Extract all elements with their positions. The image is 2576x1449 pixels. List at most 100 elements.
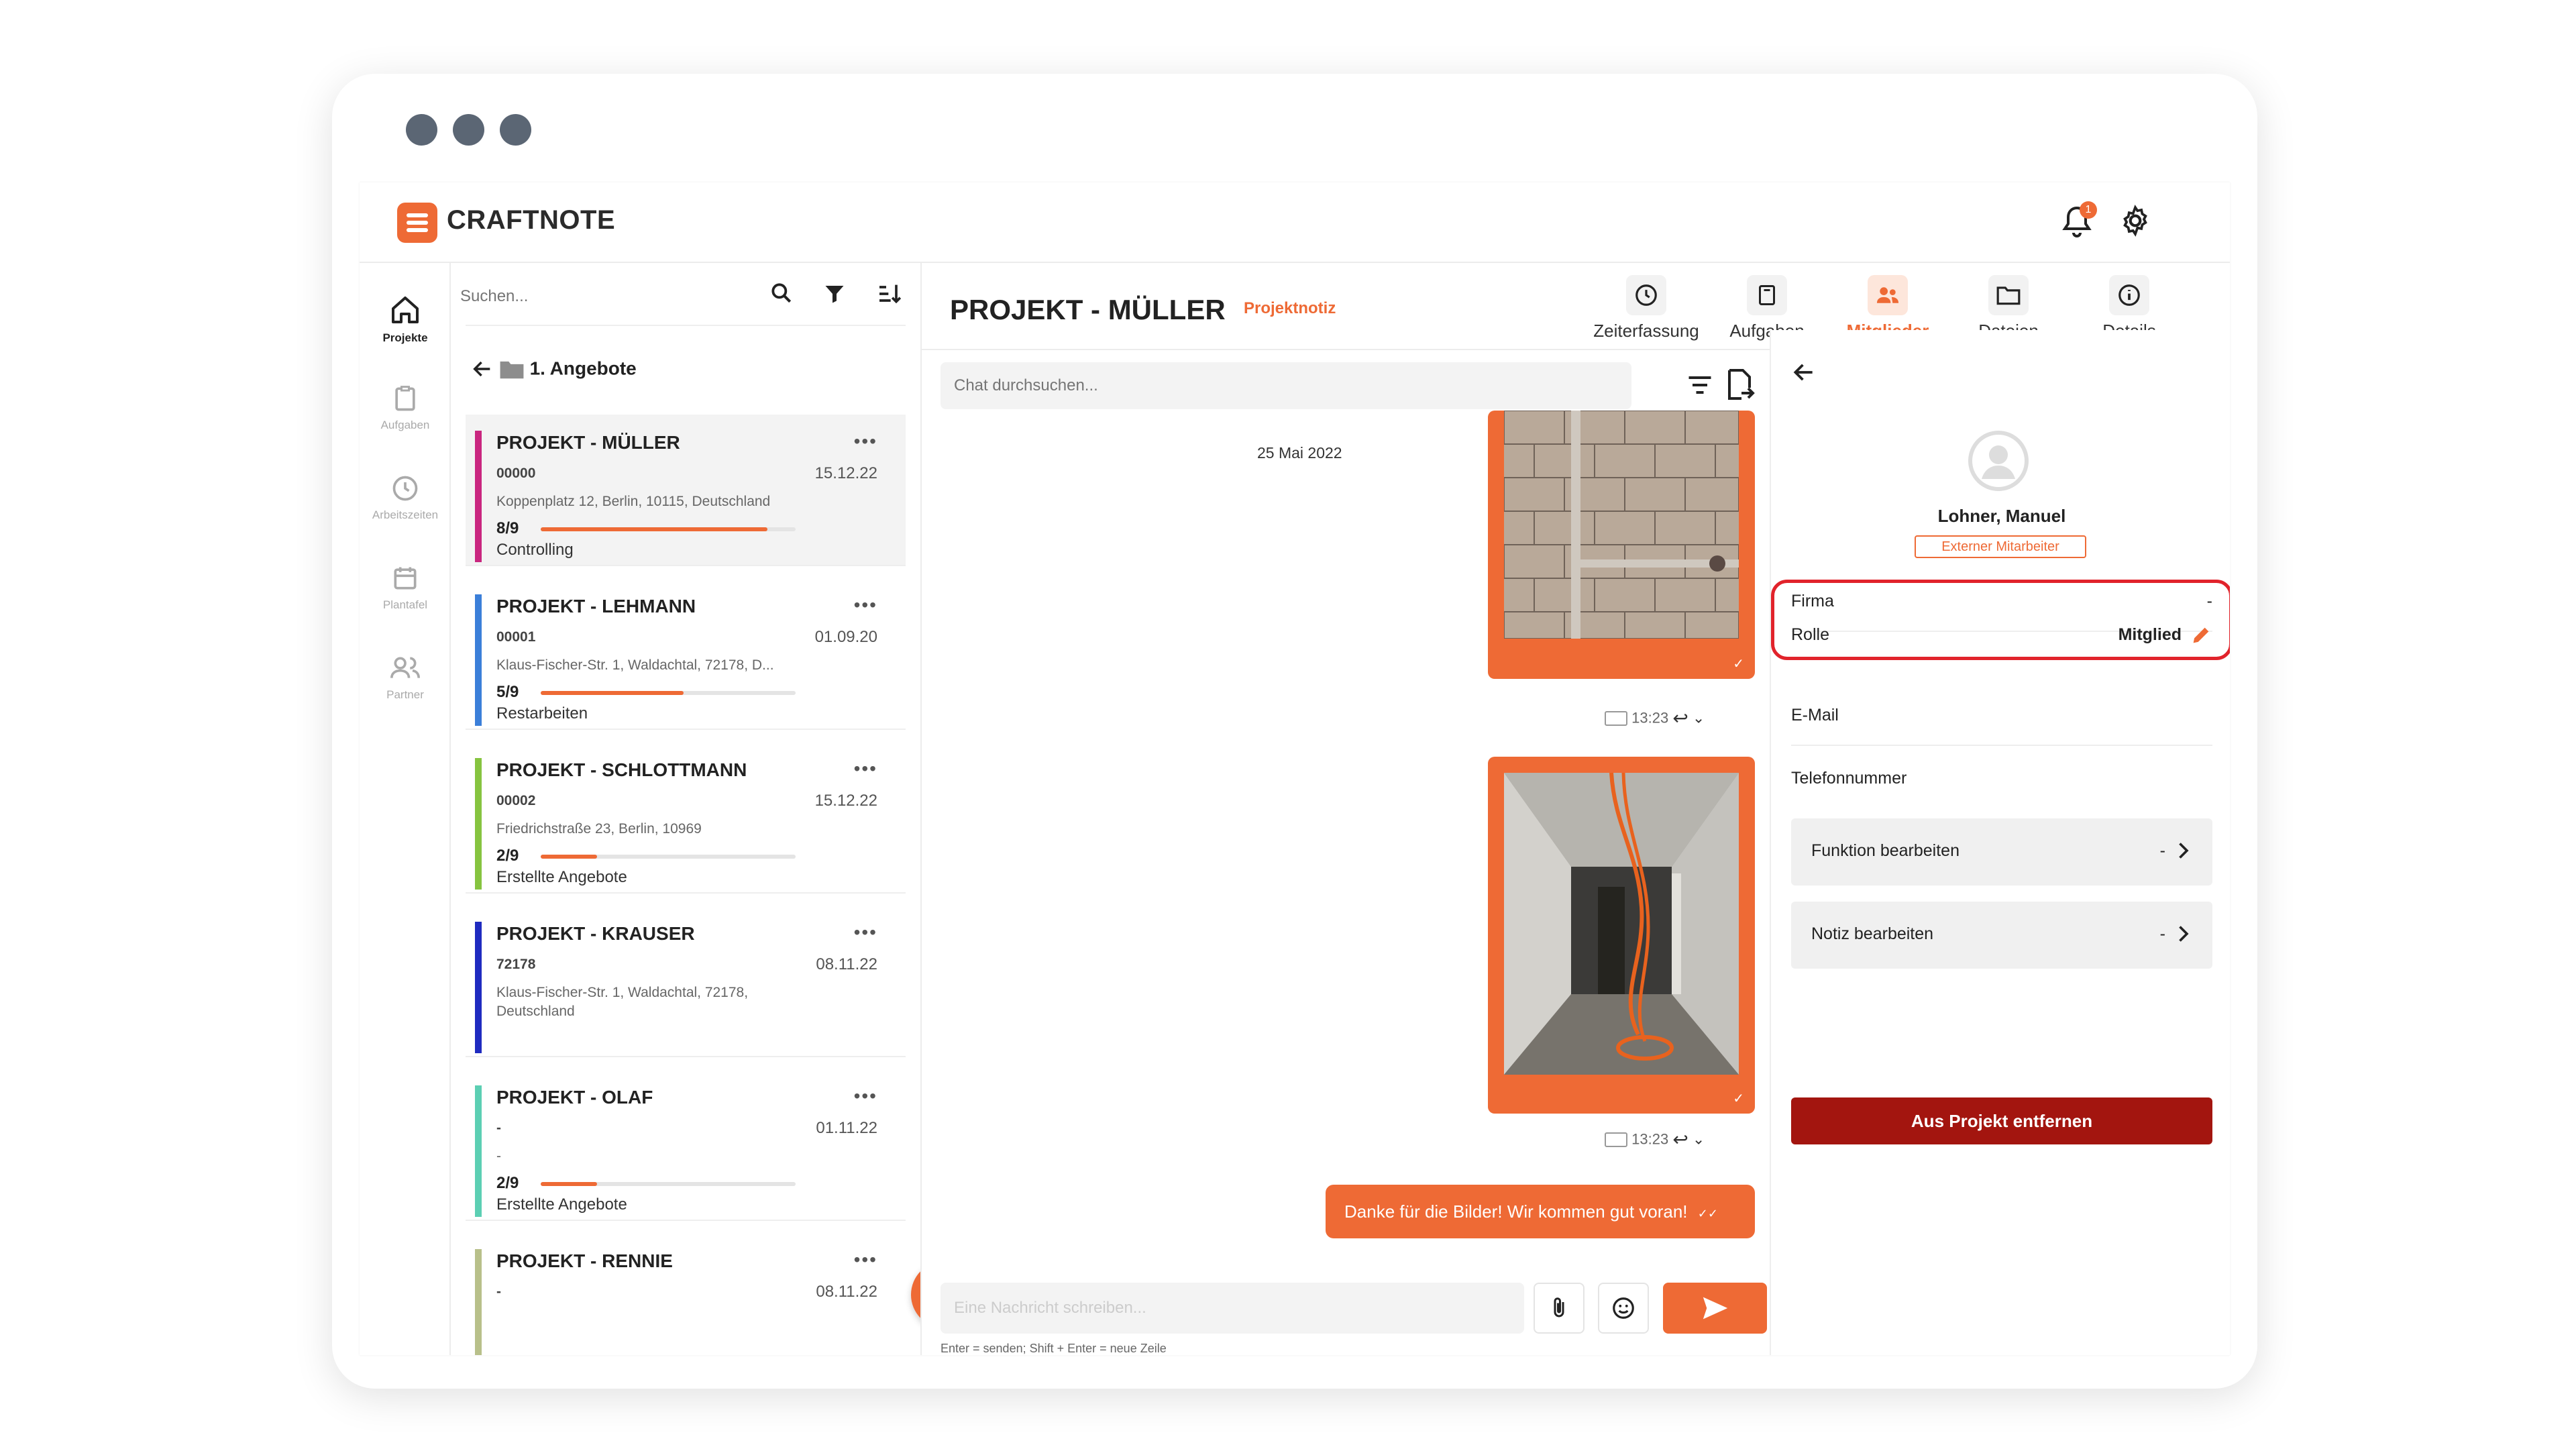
project-date: 15.12.22 (814, 464, 877, 482)
project-address: Klaus-Fischer-Str. 1, Waldachtal, 72178,… (496, 985, 749, 1019)
project-card[interactable]: PROJEKT - RENNIE ••• - 08.11.22 (466, 1233, 906, 1355)
chat-image-message[interactable]: ✓ (1488, 411, 1755, 679)
filter-button[interactable] (822, 282, 849, 309)
project-tag[interactable]: Projektnotiz (1244, 299, 1336, 318)
email-label: E-Mail (1791, 706, 1839, 724)
email-row: E-Mail (1791, 686, 2212, 746)
project-card[interactable]: PROJEKT - KRAUSER ••• 72178 08.11.22 Klaus-F… (466, 906, 906, 1057)
progress-fill (541, 691, 684, 695)
edit-funktion-button[interactable]: Funktion bearbeiten - (1791, 818, 2212, 885)
more-options-icon[interactable]: ••• (854, 1249, 877, 1271)
project-address: - (496, 1148, 501, 1164)
more-options-icon[interactable]: ••• (854, 922, 877, 943)
phone-row: Telefonnummer (1791, 749, 2212, 809)
remove-from-project-button[interactable]: Aus Projekt entfernen (1791, 1097, 2212, 1144)
project-color-bar (475, 922, 482, 1053)
project-search-input[interactable] (460, 283, 762, 310)
sort-button[interactable] (876, 280, 906, 307)
project-progress-text: 8/9 (496, 519, 519, 537)
nav-item-projekte[interactable]: Projekte (360, 294, 451, 368)
craftnote-logo-icon (397, 203, 437, 243)
project-date: 08.11.22 (816, 955, 877, 973)
edit-notiz-button[interactable]: Notiz bearbeiten - (1791, 902, 2212, 969)
project-progress-text: 2/9 (496, 1174, 519, 1192)
divider (466, 325, 906, 326)
clipboard-icon (395, 386, 415, 411)
project-card[interactable]: PROJEKT - OLAF ••• - 01.11.22 - 2/9 Erstellte … (466, 1069, 906, 1221)
progress-fill (541, 855, 597, 859)
home-icon (392, 297, 419, 323)
reply-icon[interactable]: ↩ (1672, 1129, 1688, 1150)
tag-icon (1605, 1132, 1627, 1147)
message-time: 13:23 (1631, 709, 1669, 727)
nav-item-plantafel[interactable]: Plantafel (360, 564, 451, 637)
calendar-icon (394, 567, 417, 590)
export-button[interactable] (1724, 368, 1759, 404)
message-text: Danke für die Bilder! Wir kommen gut vor… (1344, 1201, 1688, 1222)
filter-icon (825, 286, 844, 303)
user-avatar-icon (1968, 431, 2029, 491)
project-number: 00001 (496, 629, 536, 645)
file-export-icon (1728, 369, 1755, 400)
window-dot-1 (406, 114, 437, 146)
member-type-badge: Externer Mitarbeiter (1915, 535, 2086, 558)
chevron-right-icon (2179, 843, 2189, 859)
message-time: 13:23 (1631, 1130, 1669, 1148)
member-detail-panel: Lohner, Manuel Externer Mitarbeiter Firm… (1770, 330, 2230, 1355)
more-options-icon[interactable]: ••• (854, 594, 877, 616)
project-number: 00000 (496, 466, 536, 481)
more-options-icon[interactable]: ••• (854, 758, 877, 780)
tag-icon (1605, 710, 1627, 726)
folder-name: 1. Angebote (529, 358, 637, 379)
chat-text-message[interactable]: Danke für die Bilder! Wir kommen gut vor… (1326, 1185, 1755, 1238)
chevron-down-icon[interactable]: ⌄ (1693, 1131, 1705, 1148)
nav-item-arbeitszeiten[interactable]: Arbeitszeiten (360, 474, 451, 547)
project-date: 08.11.22 (816, 1283, 877, 1301)
message-input[interactable]: Eine Nachricht schreiben... (941, 1283, 1524, 1334)
folder-breadcrumb[interactable]: 1. Angebote (471, 357, 637, 384)
more-options-icon[interactable]: ••• (854, 1085, 877, 1107)
chat-image-message[interactable]: ✓ (1488, 757, 1755, 1114)
message-meta: 13:23 ↩ ⌄ (1605, 707, 1705, 729)
sort-icon (879, 284, 902, 304)
nav-label: Arbeitszeiten (372, 508, 439, 521)
project-number: - (496, 1120, 501, 1136)
project-card[interactable]: PROJEKT - MÜLLER ••• 00000 15.12.22 Koppenpl… (466, 415, 906, 566)
info-icon (2109, 275, 2149, 315)
project-title: PROJEKT - SCHLOTTMANN (496, 759, 747, 780)
settings-button[interactable] (2118, 204, 2156, 241)
notifications-button[interactable]: 1 (2057, 201, 2097, 243)
progress-fill (541, 1182, 597, 1186)
search-button[interactable] (769, 280, 796, 307)
reply-icon[interactable]: ↩ (1672, 708, 1688, 729)
attach-button[interactable] (1534, 1283, 1585, 1334)
read-check-icon: ✓ (1733, 1091, 1744, 1106)
chat-search-input[interactable] (941, 362, 1631, 409)
project-title: PROJEKT - OLAF (496, 1087, 653, 1108)
send-button[interactable] (1663, 1283, 1767, 1334)
window-dot-2 (453, 114, 484, 146)
nav-label: Partner (386, 688, 424, 701)
window-dot-3 (500, 114, 531, 146)
project-date: 15.12.22 (814, 792, 877, 810)
project-color-bar (475, 1249, 482, 1355)
project-card[interactable]: PROJEKT - LEHMANN ••• 00001 01.09.20 Klaus-F… (466, 578, 906, 730)
project-card[interactable]: PROJEKT - SCHLOTTMANN ••• 00002 15.12.22 Fri… (466, 742, 906, 894)
clock-icon (392, 476, 418, 501)
photo-construction-hallway (1504, 773, 1739, 1075)
paperclip-icon (1554, 1297, 1564, 1318)
nav-item-partner[interactable]: Partner (360, 653, 451, 727)
edit-notiz-label: Notiz bearbeiten (1811, 924, 1934, 943)
project-title: PROJEKT - LEHMANN (496, 596, 696, 616)
project-number: 00002 (496, 793, 536, 808)
chat-filter-button[interactable] (1685, 370, 1717, 402)
emoji-button[interactable] (1598, 1283, 1649, 1334)
member-back-button[interactable] (1791, 360, 1821, 389)
tab-zeiterfassung[interactable]: Zeiterfassung (1593, 275, 1700, 356)
more-options-icon[interactable]: ••• (854, 431, 877, 452)
project-color-bar (475, 594, 482, 726)
nav-item-aufgaben[interactable]: Aufgaben (360, 384, 451, 458)
edit-funktion-label: Funktion bearbeiten (1811, 841, 1960, 860)
chevron-down-icon[interactable]: ⌄ (1693, 710, 1705, 727)
filter-lines-icon (1688, 376, 1711, 394)
